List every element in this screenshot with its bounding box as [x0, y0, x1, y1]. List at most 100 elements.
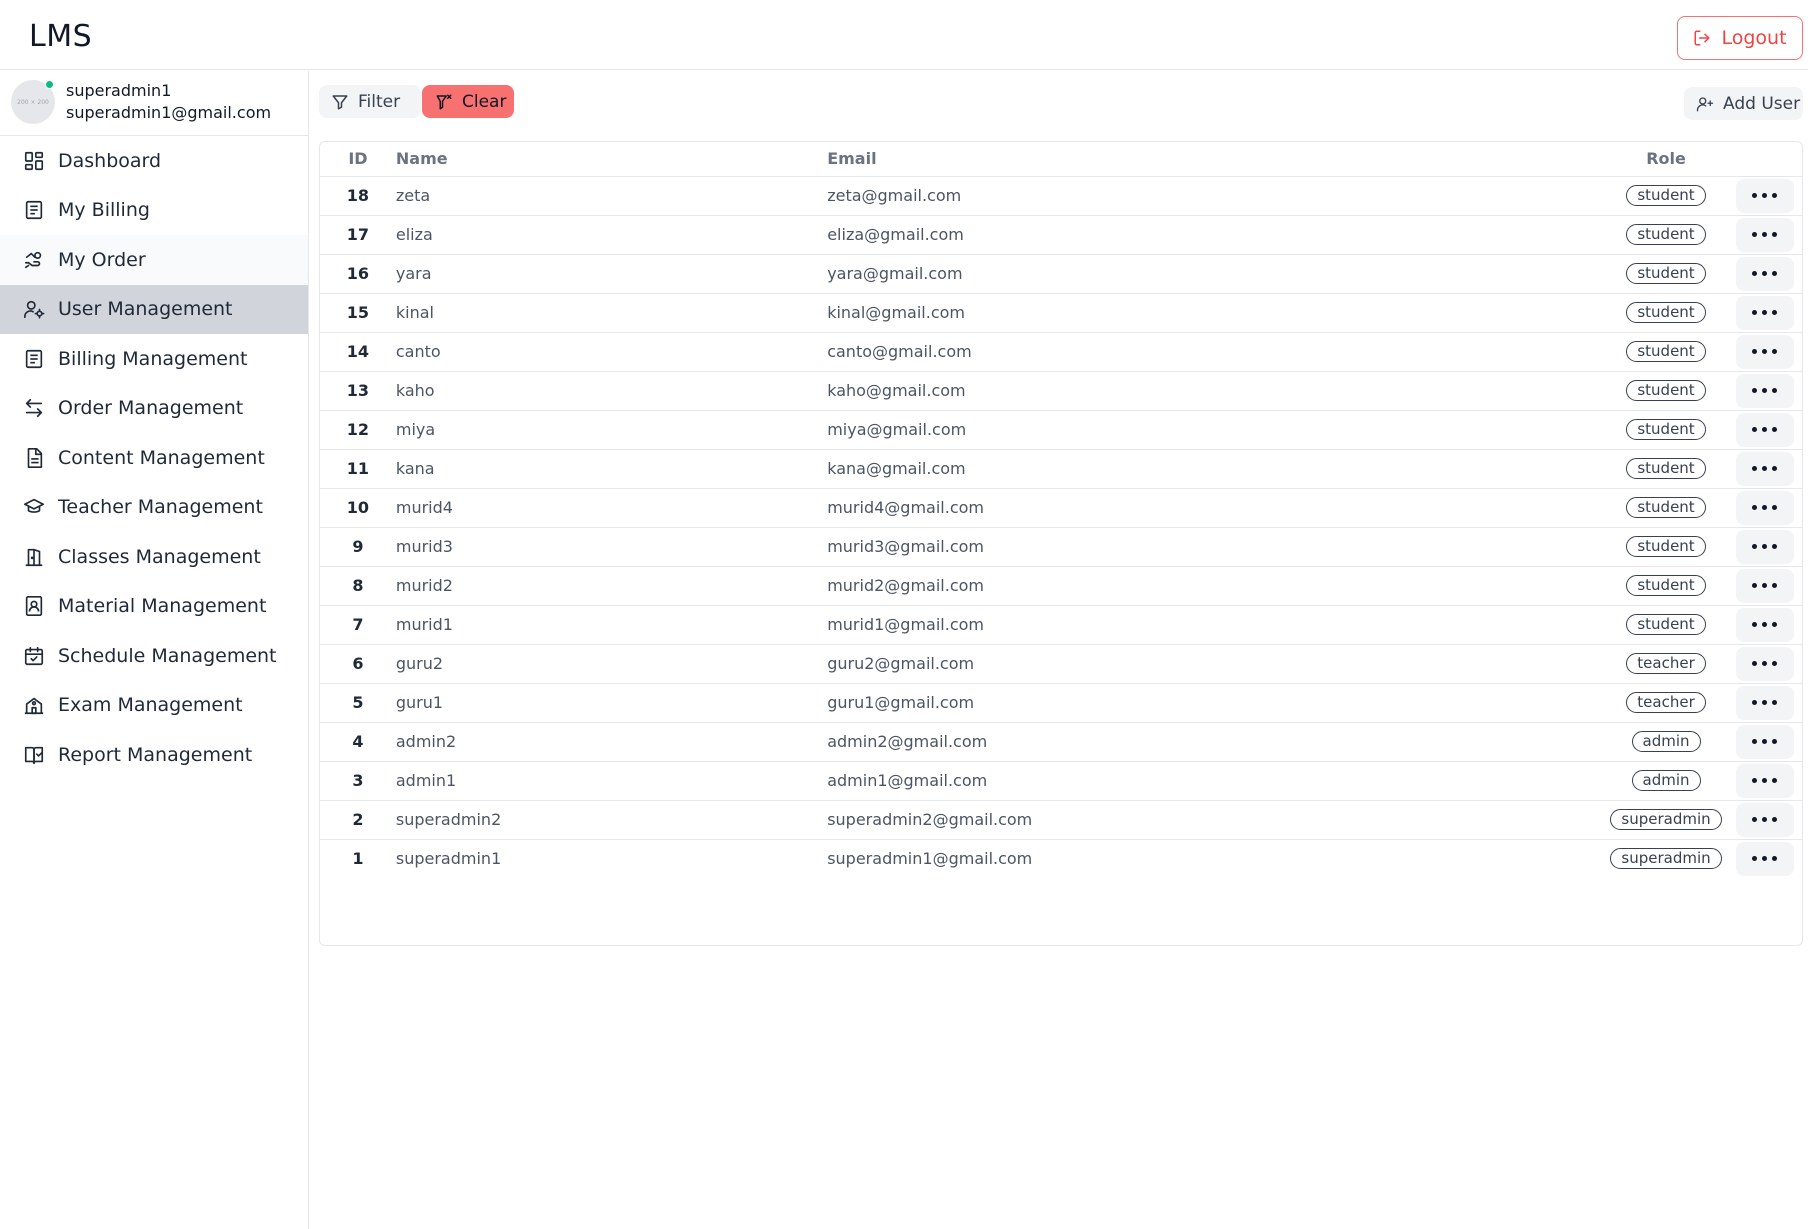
- row-actions-button[interactable]: [1735, 607, 1794, 642]
- column-header-email[interactable]: Email: [827, 142, 1597, 177]
- more-dot-icon: [1772, 427, 1778, 432]
- more-dot-icon: [1762, 466, 1768, 471]
- role-badge: student: [1626, 419, 1706, 440]
- more-dot-icon: [1762, 544, 1768, 549]
- sidebar-item-label: Schedule Management: [58, 644, 277, 667]
- column-header-role[interactable]: Role: [1596, 142, 1736, 177]
- sidebar-item-report-management[interactable]: Report Management: [0, 730, 308, 780]
- role-badge: student: [1626, 380, 1706, 401]
- sidebar-item-schedule-management[interactable]: Schedule Management: [0, 631, 308, 681]
- sidebar-item-content-management[interactable]: Content Management: [0, 433, 308, 483]
- table-row[interactable]: 9 murid3 murid3@gmail.com student: [320, 527, 1802, 566]
- app-brand[interactable]: LMS: [29, 19, 92, 54]
- sidebar-item-user-management[interactable]: User Management: [0, 284, 308, 334]
- filter-label: Filter: [358, 91, 401, 112]
- cell-name: eliza: [395, 225, 433, 244]
- table-row[interactable]: 10 murid4 murid4@gmail.com student: [320, 488, 1802, 527]
- sidebar-item-teacher-management[interactable]: Teacher Management: [0, 483, 308, 533]
- more-dot-icon: [1762, 817, 1768, 822]
- sidebar-item-dashboard[interactable]: Dashboard: [0, 136, 308, 186]
- cell-email: superadmin1@gmail.com: [827, 849, 1033, 869]
- table-row[interactable]: 3 admin1 admin1@gmail.com admin: [320, 761, 1802, 800]
- cell-name: yara: [395, 264, 432, 283]
- cell-email: murid3@gmail.com: [827, 537, 984, 556]
- column-header-id[interactable]: ID: [320, 142, 396, 177]
- sidebar-item-my-order[interactable]: My Order: [0, 235, 308, 285]
- row-actions-button[interactable]: [1735, 412, 1794, 447]
- row-actions-button[interactable]: [1735, 334, 1794, 369]
- logout-icon: [1694, 30, 1710, 46]
- table-row[interactable]: 6 guru2 guru2@gmail.com teacher: [320, 644, 1802, 683]
- table-row[interactable]: 4 admin2 admin2@gmail.com admin: [320, 722, 1802, 761]
- table-row[interactable]: 7 murid1 murid1@gmail.com student: [320, 605, 1802, 644]
- dashboard-icon: [24, 151, 44, 170]
- role-badge: student: [1626, 536, 1706, 557]
- school-icon: [24, 698, 44, 715]
- add-user-button[interactable]: Add User: [1684, 87, 1803, 120]
- profile-name: superadmin1: [66, 81, 172, 100]
- row-actions-button[interactable]: [1735, 724, 1794, 759]
- cell-actions: [1735, 683, 1802, 722]
- cell-actions: [1735, 527, 1802, 566]
- more-dot-icon: [1772, 193, 1778, 198]
- cell-name: kaho: [395, 381, 435, 400]
- table-row[interactable]: 5 guru1 guru1@gmail.com teacher: [320, 683, 1802, 722]
- more-dot-icon: [1772, 700, 1778, 705]
- row-actions-button[interactable]: [1735, 373, 1794, 408]
- row-actions-button[interactable]: [1735, 295, 1794, 330]
- filter-button[interactable]: Filter: [319, 85, 421, 118]
- user-profile[interactable]: 200 × 200 superadmin1 superadmin1@gmail.…: [0, 71, 308, 136]
- table-row[interactable]: 16 yara yara@gmail.com student: [320, 254, 1802, 293]
- logout-button[interactable]: Logout: [1677, 16, 1803, 60]
- table-row[interactable]: 15 kinal kinal@gmail.com student: [320, 293, 1802, 332]
- more-dot-icon: [1772, 349, 1778, 354]
- row-actions-button[interactable]: [1735, 802, 1794, 837]
- row-actions-button[interactable]: [1735, 529, 1794, 564]
- row-actions-button[interactable]: [1735, 178, 1794, 213]
- row-actions-button[interactable]: [1735, 763, 1794, 798]
- sidebar-item-material-management[interactable]: Material Management: [0, 582, 308, 632]
- table-row[interactable]: 11 kana kana@gmail.com student: [320, 449, 1802, 488]
- sidebar-item-exam-management[interactable]: Exam Management: [0, 681, 308, 731]
- cell-email: kaho@gmail.com: [827, 381, 966, 400]
- table-row[interactable]: 13 kaho kaho@gmail.com student: [320, 371, 1802, 410]
- row-actions-button[interactable]: [1735, 490, 1794, 525]
- cell-id: 7: [352, 615, 364, 634]
- sidebar-item-classes-management[interactable]: Classes Management: [0, 532, 308, 582]
- row-actions-button[interactable]: [1735, 685, 1794, 720]
- table-row[interactable]: 18 zeta zeta@gmail.com student: [320, 176, 1802, 215]
- row-actions-button[interactable]: [1735, 256, 1794, 291]
- more-dot-icon: [1762, 739, 1768, 744]
- book-check-icon: [24, 746, 44, 764]
- table-row[interactable]: 17 eliza eliza@gmail.com student: [320, 215, 1802, 254]
- more-dot-icon: [1752, 349, 1758, 354]
- sidebar-item-billing-management[interactable]: Billing Management: [0, 334, 308, 384]
- table-row[interactable]: 2 superadmin2 superadmin2@gmail.com superad…: [320, 800, 1802, 839]
- sidebar-item-label: My Billing: [58, 199, 150, 222]
- sidebar-item-my-billing[interactable]: My Billing: [0, 186, 308, 236]
- row-actions-button[interactable]: [1735, 217, 1794, 252]
- more-dot-icon: [1772, 505, 1778, 510]
- more-dot-icon: [1772, 388, 1778, 393]
- cell-name: kana: [395, 459, 435, 478]
- row-actions-button[interactable]: [1735, 568, 1794, 603]
- cell-role: superadmin: [1596, 800, 1736, 839]
- row-actions-button[interactable]: [1735, 646, 1794, 681]
- sidebar-item-order-management[interactable]: Order Management: [0, 384, 308, 434]
- more-dot-icon: [1772, 778, 1778, 783]
- sidebar-item-label: User Management: [58, 298, 233, 321]
- column-header-name[interactable]: Name: [395, 142, 828, 177]
- table-row[interactable]: 12 miya miya@gmail.com student: [320, 410, 1802, 449]
- table-row[interactable]: 8 murid2 murid2@gmail.com student: [320, 566, 1802, 605]
- row-actions-button[interactable]: [1735, 841, 1794, 876]
- cell-email: kinal@gmail.com: [827, 303, 965, 322]
- clear-filter-button[interactable]: Clear: [422, 85, 514, 118]
- table-row[interactable]: 14 canto canto@gmail.com student: [320, 332, 1802, 371]
- more-dot-icon: [1762, 505, 1768, 510]
- table-row[interactable]: 1 superadmin1 superadmin1@gmail.com superad…: [320, 839, 1802, 878]
- cell-name: murid1: [395, 615, 453, 634]
- row-actions-button[interactable]: [1735, 451, 1794, 486]
- cell-id: 3: [352, 771, 364, 790]
- cell-email: guru2@gmail.com: [827, 654, 975, 673]
- cell-actions: [1735, 488, 1802, 527]
